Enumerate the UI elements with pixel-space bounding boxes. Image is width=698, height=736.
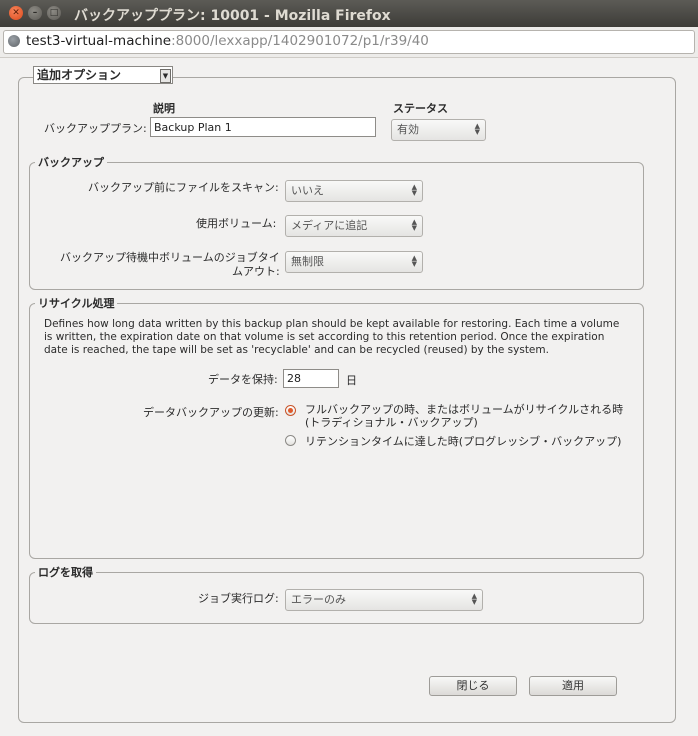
url-host: test3-virtual-machine xyxy=(26,33,172,49)
window-titlebar: ✕ – □ バックアッププラン: 10001 - Mozilla Firefox xyxy=(0,0,698,27)
spinner-arrows-icon: ▲ ▼ xyxy=(471,592,477,606)
recycle-description: Defines how long data written by this ba… xyxy=(44,318,620,356)
backup-group-title: バックアップ xyxy=(35,154,107,170)
spinner-arrows-icon: ▲ ▼ xyxy=(411,183,417,197)
globe-icon xyxy=(8,35,20,47)
log-group-title: ログを取得 xyxy=(35,564,96,580)
close-button[interactable]: 閉じる xyxy=(429,676,517,696)
volume-usage-value: メディアに追記 xyxy=(291,219,368,232)
retain-days-input[interactable] xyxy=(283,369,339,388)
spinner-arrows-icon: ▲ ▼ xyxy=(411,254,417,268)
job-log-label: ジョブ実行ログ: xyxy=(198,592,279,605)
minimize-window-icon[interactable]: – xyxy=(28,6,42,20)
job-timeout-select[interactable]: 無制限 ▲ ▼ xyxy=(285,251,423,273)
url-text[interactable]: test3-virtual-machine:8000/lexxapp/14029… xyxy=(26,33,429,49)
recycle-group-title: リサイクル処理 xyxy=(35,295,118,311)
apply-button[interactable]: 適用 xyxy=(529,676,617,696)
maximize-window-icon[interactable]: □ xyxy=(47,6,61,20)
description-header: 説明 xyxy=(153,102,175,115)
window-title: バックアッププラン: 10001 - Mozilla Firefox xyxy=(74,8,391,24)
backup-plan-label: バックアッププラン: xyxy=(44,122,147,135)
additional-options-value: 追加オプション xyxy=(37,68,122,82)
dropdown-arrow-icon: ▼ xyxy=(160,69,171,83)
job-timeout-label-line2: ムアウト: xyxy=(232,265,280,278)
scan-files-select[interactable]: いいえ ▲ ▼ xyxy=(285,180,423,202)
job-timeout-label: バックアップ待機中ボリュームのジョブタイ ムアウト: xyxy=(58,251,280,279)
url-bar[interactable]: test3-virtual-machine:8000/lexxapp/14029… xyxy=(3,30,695,54)
scan-files-value: いいえ xyxy=(291,184,324,197)
backup-plan-name-input[interactable] xyxy=(150,117,376,137)
job-timeout-value: 無制限 xyxy=(291,255,324,268)
url-path: :8000/lexxapp/1402901072/p1/r39/40 xyxy=(171,33,429,49)
status-select[interactable]: 有効 ▲ ▼ xyxy=(391,119,486,141)
volume-usage-select[interactable]: メディアに追記 ▲ ▼ xyxy=(285,215,423,237)
traditional-backup-line2: (トラディショナル・バックアップ) xyxy=(305,416,478,429)
spinner-arrows-icon: ▲ ▼ xyxy=(474,122,480,136)
volume-usage-label: 使用ボリューム: xyxy=(196,217,277,230)
progressive-backup-option[interactable]: リテンションタイムに達した時(プログレッシブ・バックアップ) xyxy=(305,433,621,449)
scan-files-label: バックアップ前にファイルをスキャン: xyxy=(88,181,279,194)
traditional-backup-line1: フルバックアップの時、またはボリュームがリサイクルされる時 xyxy=(305,403,624,416)
close-window-icon[interactable]: ✕ xyxy=(9,6,23,20)
retain-data-label: データを保持: xyxy=(208,373,278,386)
job-timeout-label-line1: バックアップ待機中ボリュームのジョブタイ xyxy=(60,251,280,264)
traditional-backup-option[interactable]: フルバックアップの時、またはボリュームがリサイクルされる時 (トラディショナル・… xyxy=(305,403,623,429)
navigation-toolbar: test3-virtual-machine:8000/lexxapp/14029… xyxy=(0,27,698,58)
page-content: 追加オプション ▼ 説明 ステータス バックアッププラン: 有効 ▲▼ バックア… xyxy=(0,58,698,736)
status-select-value: 有効 xyxy=(397,123,419,136)
data-update-label: データバックアップの更新: xyxy=(143,406,279,419)
job-log-value: エラーのみ xyxy=(291,593,346,606)
retain-days-unit: 日 xyxy=(346,374,357,387)
traditional-backup-radio[interactable] xyxy=(285,405,296,416)
additional-options-select[interactable]: 追加オプション ▼ xyxy=(33,66,173,84)
spinner-arrows-icon: ▲ ▼ xyxy=(411,218,417,232)
status-header: ステータス xyxy=(393,102,448,115)
job-log-select[interactable]: エラーのみ ▲ ▼ xyxy=(285,589,483,611)
progressive-backup-radio[interactable] xyxy=(285,435,296,446)
